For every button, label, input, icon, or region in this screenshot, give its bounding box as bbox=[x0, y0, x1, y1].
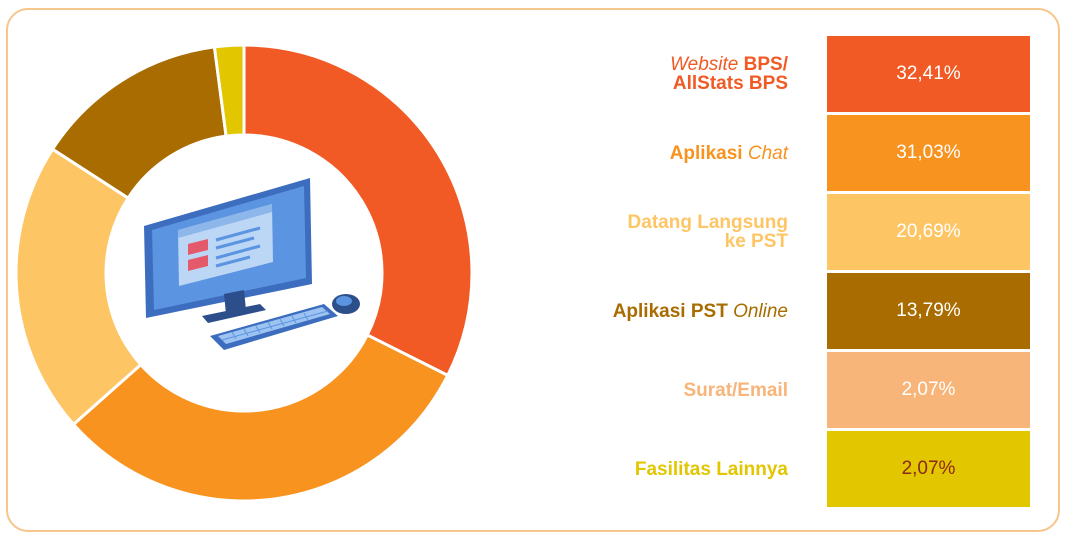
legend-row-1: Aplikasi Chat 31,03% bbox=[560, 115, 1030, 194]
legend-row-0: Website BPS/AllStats BPS 32,41% bbox=[560, 36, 1030, 115]
legend-label: Website BPS/AllStats BPS bbox=[558, 36, 788, 112]
legend-label: Surat/Email bbox=[558, 352, 788, 428]
legend-label-part: Fasilitas Lainnya bbox=[634, 458, 788, 480]
legend-row-4: Surat/Email 2,07% bbox=[560, 352, 1030, 431]
legend-label: Aplikasi PST Online bbox=[558, 273, 788, 349]
legend: Website BPS/AllStats BPS 32,41% Aplikasi C… bbox=[560, 36, 1030, 510]
legend-row-2: Datang Langsung ke PST 20,69% bbox=[560, 194, 1030, 273]
legend-label-part: Chat bbox=[747, 142, 788, 164]
legend-value-box: 2,07% bbox=[827, 352, 1030, 428]
legend-value-box: 2,07% bbox=[827, 431, 1030, 507]
legend-label-line1: Surat/Email bbox=[683, 381, 788, 400]
legend-label-line1: Aplikasi Chat bbox=[670, 144, 788, 163]
legend-label-line2: ke PST bbox=[724, 231, 788, 252]
legend-value-box: 32,41% bbox=[827, 36, 1030, 112]
legend-label-part: Aplikasi bbox=[669, 142, 748, 164]
legend-label-part: Online bbox=[733, 300, 788, 322]
legend-label-part: Datang Langsung bbox=[627, 212, 788, 233]
computer-illustration-icon bbox=[144, 178, 360, 350]
legend-label-line1: Fasilitas Lainnya bbox=[635, 460, 788, 479]
legend-value-box: 31,03% bbox=[827, 115, 1030, 191]
legend-label-part: Surat/Email bbox=[683, 379, 788, 401]
legend-label: Datang Langsung ke PST bbox=[558, 194, 788, 270]
legend-row-5: Fasilitas Lainnya 2,07% bbox=[560, 431, 1030, 510]
legend-label-part: Aplikasi PST bbox=[612, 300, 734, 322]
legend-label-line1: Datang Langsung bbox=[628, 213, 788, 232]
legend-label-line2: AllStats BPS bbox=[672, 73, 788, 94]
legend-value-box: 13,79% bbox=[827, 273, 1030, 349]
legend-label-part: Website bbox=[670, 54, 739, 75]
legend-label: Fasilitas Lainnya bbox=[558, 431, 788, 507]
legend-label-line1: Aplikasi PST Online bbox=[613, 302, 788, 321]
legend-value-box: 20,69% bbox=[827, 194, 1030, 270]
legend-label-line1: Website BPS/ bbox=[670, 55, 788, 74]
legend-label: Aplikasi Chat bbox=[558, 115, 788, 191]
legend-label-part: BPS/ bbox=[738, 54, 788, 75]
legend-row-3: Aplikasi PST Online 13,79% bbox=[560, 273, 1030, 352]
